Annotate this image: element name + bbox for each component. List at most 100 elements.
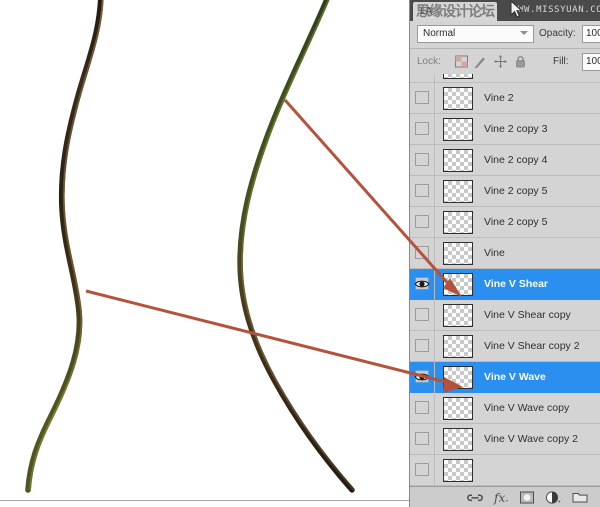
layer-visibility-toggle[interactable] bbox=[410, 114, 434, 144]
column-divider bbox=[434, 114, 435, 145]
layer-name: Vine 2 copy 3 bbox=[484, 123, 548, 135]
column-divider bbox=[434, 269, 435, 300]
layer-row[interactable]: Vine 2 copy 4 bbox=[410, 145, 600, 176]
layer-thumbnail[interactable] bbox=[443, 459, 473, 482]
layer-visibility-toggle[interactable] bbox=[410, 455, 434, 485]
column-divider bbox=[434, 238, 435, 269]
layer-row[interactable]: Vine V Wave bbox=[410, 362, 600, 393]
layer-thumbnail[interactable] bbox=[443, 74, 473, 79]
blend-mode-select[interactable]: Normal bbox=[417, 25, 534, 43]
layer-name: Vine 2 copy 5 bbox=[484, 216, 548, 228]
column-divider bbox=[434, 455, 435, 486]
layer-row[interactable]: Vine V Shear copy bbox=[410, 300, 600, 331]
layer-row[interactable]: Vine 2 copy 3 bbox=[410, 114, 600, 145]
layer-visibility-toggle[interactable] bbox=[410, 300, 434, 330]
new-group-folder-icon[interactable] bbox=[571, 489, 589, 506]
eye-box-empty bbox=[415, 91, 429, 104]
eye-box-empty bbox=[415, 246, 429, 259]
opacity-label: Opacity: bbox=[539, 28, 576, 39]
layer-row[interactable] bbox=[410, 74, 600, 83]
column-divider bbox=[434, 207, 435, 238]
layer-thumbnail[interactable] bbox=[443, 304, 473, 327]
eye-box-empty bbox=[415, 122, 429, 135]
layer-row[interactable]: Vine V Wave copy 2 bbox=[410, 424, 600, 455]
layer-visibility-toggle[interactable] bbox=[410, 269, 434, 299]
layer-thumbnail[interactable] bbox=[443, 118, 473, 141]
column-divider bbox=[434, 424, 435, 455]
layer-row[interactable]: Vine 2 copy 5 bbox=[410, 207, 600, 238]
layer-style-fx-icon[interactable]: fx bbox=[492, 489, 510, 506]
layer-thumbnail[interactable] bbox=[443, 87, 473, 110]
canvas-bottom-border bbox=[0, 500, 409, 507]
layer-thumbnail[interactable] bbox=[443, 149, 473, 172]
layer-thumbnail[interactable] bbox=[443, 180, 473, 203]
lock-image-pixels-icon[interactable] bbox=[473, 54, 488, 69]
artboard-canvas[interactable] bbox=[0, 0, 409, 500]
vine-artwork bbox=[25, 0, 355, 493]
layer-thumbnail[interactable] bbox=[443, 366, 473, 389]
layer-thumbnail[interactable] bbox=[443, 273, 473, 296]
layer-row[interactable]: Vine V Wave copy bbox=[410, 393, 600, 424]
layer-thumbnail[interactable] bbox=[443, 242, 473, 265]
mouse-cursor bbox=[510, 0, 523, 18]
layer-thumbnail[interactable] bbox=[443, 335, 473, 358]
layer-thumbnail[interactable] bbox=[443, 211, 473, 234]
column-divider bbox=[434, 362, 435, 393]
layer-row[interactable]: Vine 2 copy 5 bbox=[410, 176, 600, 207]
lock-label: Lock: bbox=[417, 56, 441, 67]
layer-row[interactable] bbox=[410, 455, 600, 486]
lock-all-icon[interactable] bbox=[513, 54, 528, 69]
add-layer-mask-icon[interactable] bbox=[518, 489, 536, 506]
eye-box-empty bbox=[415, 401, 429, 414]
layer-name: Vine V Wave copy bbox=[484, 402, 570, 414]
lock-transparent-pixels-icon[interactable] bbox=[454, 54, 469, 69]
eye-icon bbox=[414, 373, 430, 381]
layer-name: Vine V Shear copy bbox=[484, 309, 571, 321]
link-layers-icon[interactable] bbox=[466, 489, 484, 506]
watermark-site-url: WWW.MISSYUAN.COM bbox=[512, 5, 600, 15]
layer-visibility-toggle[interactable] bbox=[410, 362, 434, 392]
layer-list[interactable]: Vine 2 Vine 2 copy 3 Vine 2 copy 4 Vine 2 c… bbox=[410, 74, 600, 486]
layer-list-scroll: Vine 2 Vine 2 copy 3 Vine 2 copy 4 Vine 2 c… bbox=[410, 74, 600, 486]
eye-icon bbox=[414, 280, 430, 288]
eye-box-empty bbox=[415, 153, 429, 166]
layer-row[interactable]: Vine 2 bbox=[410, 83, 600, 114]
layer-name: Vine V Wave bbox=[484, 371, 546, 383]
layer-name: Vine 2 copy 4 bbox=[484, 154, 548, 166]
panel-tab-strip: LA 思缘设计论坛 WWW.MISSYUAN.COM bbox=[410, 0, 600, 21]
layer-visibility-toggle[interactable] bbox=[410, 393, 434, 423]
layer-visibility-toggle[interactable] bbox=[410, 424, 434, 454]
layer-row[interactable]: Vine bbox=[410, 238, 600, 269]
layer-name: Vine 2 copy 5 bbox=[484, 185, 548, 197]
svg-text:fx: fx bbox=[493, 491, 505, 505]
watermark-chinese: 思缘设计论坛 bbox=[416, 4, 495, 20]
layers-panel-toolbar: fx bbox=[410, 486, 600, 507]
eye-box-empty bbox=[415, 184, 429, 197]
chevron-down-icon[interactable] bbox=[520, 31, 528, 35]
layer-visibility-toggle[interactable] bbox=[410, 207, 434, 237]
eye-box-empty bbox=[415, 308, 429, 321]
column-divider bbox=[434, 393, 435, 424]
layer-row[interactable]: Vine V Shear bbox=[410, 269, 600, 300]
layer-visibility-toggle[interactable] bbox=[410, 331, 434, 361]
layer-name: Vine bbox=[484, 247, 505, 259]
column-divider bbox=[434, 145, 435, 176]
layer-row[interactable]: Vine V Shear copy 2 bbox=[410, 331, 600, 362]
photoshop-window: LA 思缘设计论坛 WWW.MISSYUAN.COM Normal Opacit… bbox=[0, 0, 600, 507]
layer-thumbnail[interactable] bbox=[443, 397, 473, 420]
layer-visibility-toggle[interactable] bbox=[410, 145, 434, 175]
lock-row: Lock: Fill: 100% bbox=[410, 49, 600, 76]
layer-visibility-toggle[interactable] bbox=[410, 176, 434, 206]
layer-visibility-toggle[interactable] bbox=[410, 238, 434, 268]
new-adjustment-layer-icon[interactable] bbox=[544, 489, 562, 506]
layer-name: Vine V Shear bbox=[484, 278, 549, 290]
layers-panel: LA 思缘设计论坛 WWW.MISSYUAN.COM Normal Opacit… bbox=[409, 0, 600, 507]
layer-visibility-toggle[interactable] bbox=[410, 74, 434, 82]
layer-visibility-toggle[interactable] bbox=[410, 83, 434, 113]
eye-box-empty bbox=[415, 339, 429, 352]
opacity-input[interactable]: 100% bbox=[582, 25, 600, 43]
layer-thumbnail[interactable] bbox=[443, 428, 473, 451]
layer-name: Vine 2 bbox=[484, 92, 514, 104]
fill-input[interactable]: 100% bbox=[582, 53, 600, 71]
lock-position-icon[interactable] bbox=[493, 54, 508, 69]
